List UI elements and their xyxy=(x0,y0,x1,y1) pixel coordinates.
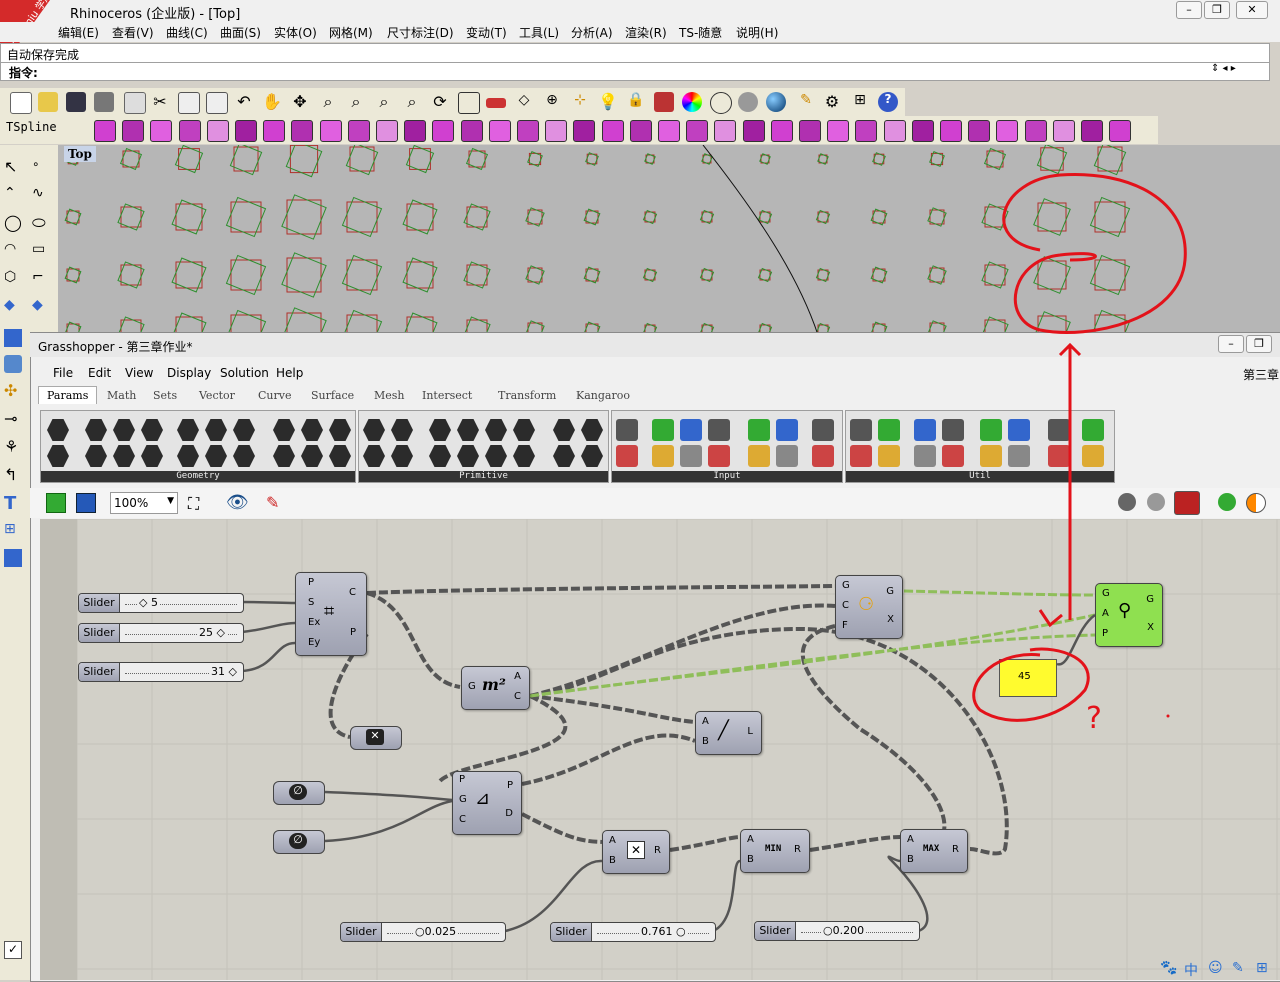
annotation-overlay: ? xyxy=(972,172,1187,736)
svg-text:?: ? xyxy=(1086,701,1102,736)
chinese-mode-icon[interactable]: 中 xyxy=(1184,960,1198,980)
ime-status-bar: 🐾 中 ☺ ✎ ⊞ xyxy=(1150,958,1280,980)
paw-icon[interactable]: 🐾 xyxy=(1160,960,1177,976)
pen-icon[interactable]: ✎ xyxy=(1232,960,1244,976)
smile-icon[interactable]: ☺ xyxy=(1208,960,1223,976)
settings-icon[interactable]: ⊞ xyxy=(1256,960,1268,976)
